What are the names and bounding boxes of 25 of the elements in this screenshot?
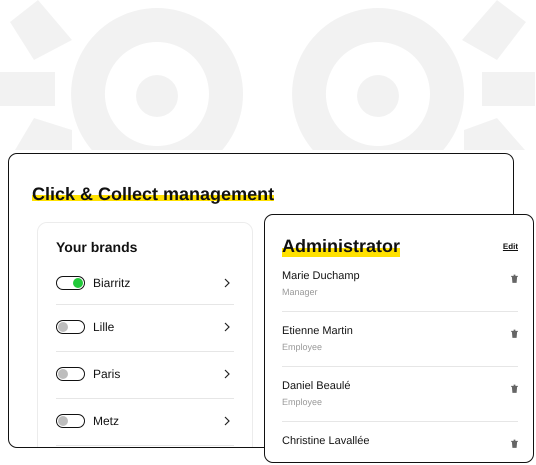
trash-icon[interactable] [511, 384, 518, 393]
edit-link[interactable]: Edit [502, 242, 518, 250]
person-name: Christine Lavallée [282, 434, 370, 448]
toggle-switch[interactable] [56, 367, 85, 381]
brands-heading: Your brands [56, 239, 138, 255]
person-role: Employee [282, 342, 324, 352]
chevron-right-icon[interactable] [224, 369, 230, 379]
brand-name: Paris [93, 367, 122, 381]
brand-name: Metz [93, 414, 120, 428]
chevron-right-icon[interactable] [224, 416, 230, 426]
toggle-switch[interactable] [56, 320, 85, 334]
trash-icon[interactable] [511, 329, 518, 338]
chevron-right-icon[interactable] [224, 278, 230, 288]
chevron-right-icon[interactable] [224, 322, 230, 332]
trash-icon[interactable] [511, 274, 518, 283]
trash-icon[interactable] [511, 439, 518, 448]
toggle-switch[interactable] [56, 276, 85, 290]
person-name: Etienne Martin [282, 324, 353, 338]
toggle-switch[interactable] [56, 414, 85, 428]
person-name: Marie Duchamp [282, 269, 360, 283]
person-role: Manager [282, 287, 319, 297]
person-role: Employee [282, 397, 324, 407]
brand-name: Lille [93, 320, 116, 334]
brand-name: Biarritz [93, 276, 132, 290]
person-name: Daniel Beaulé [282, 379, 350, 393]
